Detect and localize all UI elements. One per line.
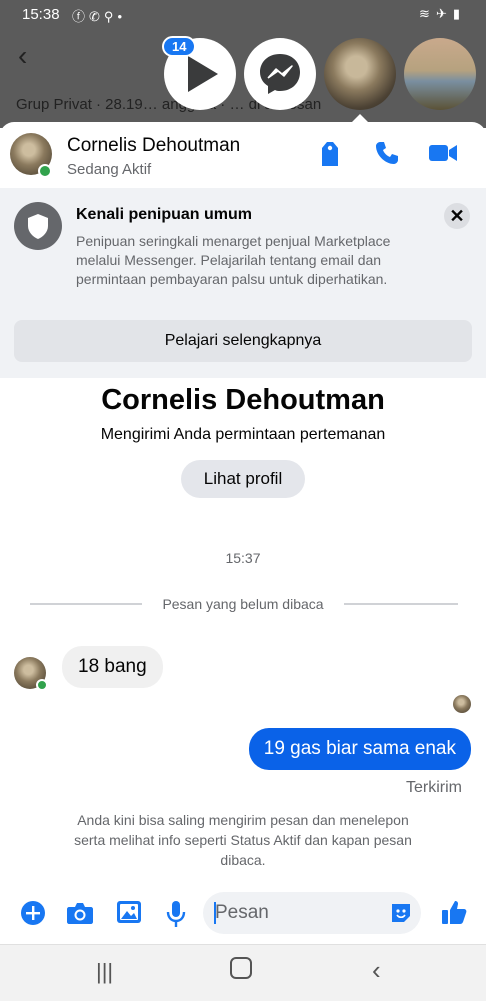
divider-line-right <box>344 603 458 605</box>
timestamp: 15:37 <box>225 550 261 566</box>
messenger-chat-head[interactable] <box>244 38 316 110</box>
messenger-icon <box>260 54 300 94</box>
message-composer <box>0 886 486 942</box>
friend-request-text: Mengirimi Anda permintaan pertemanan <box>100 426 386 443</box>
vpn-icon: ⚲ <box>103 9 118 24</box>
online-indicator <box>36 679 48 691</box>
connection-info-text: Anda kini bisa saling mengirim pesan dan… <box>74 812 412 868</box>
status-right-icons: ≋✈▮ <box>419 6 466 22</box>
status-bar: 15:38 ⓕ✆⚲• ≋✈▮ <box>0 0 486 30</box>
video-camera-icon[interactable] <box>428 140 458 166</box>
wifi-icon: ≋ <box>419 6 436 21</box>
unread-divider: Pesan yang belum dibaca <box>0 594 486 614</box>
back-icon[interactable]: ‹ <box>372 955 381 986</box>
warning-body: Penipuan seringkali menarget penjual Mar… <box>76 233 391 287</box>
scam-warning-card: Kenali penipuan umum Penipuan seringkali… <box>0 188 486 378</box>
shield-icon-container <box>14 202 62 250</box>
delivery-status: Terkirim <box>406 779 462 796</box>
airplane-icon: ✈ <box>435 6 453 21</box>
shield-icon <box>28 214 48 239</box>
seen-avatar <box>453 695 471 713</box>
chat-header: Cornelis Dehoutman Sedang Aktif <box>0 122 486 188</box>
thread-profile-name: Cornelis Dehoutman <box>101 384 385 416</box>
dot-icon: • <box>117 9 127 24</box>
phone-icon[interactable] <box>374 140 400 166</box>
microphone-icon[interactable] <box>166 900 186 928</box>
sticker-icon[interactable] <box>389 901 413 925</box>
whatsapp-icon: ✆ <box>89 9 104 24</box>
contact-name[interactable]: Cornelis Dehoutman <box>67 135 240 157</box>
back-arrow-icon[interactable]: ‹ <box>18 40 27 72</box>
status-time: 15:38 <box>22 6 60 23</box>
shop-tag-icon[interactable] <box>318 140 342 168</box>
learn-more-button[interactable]: Pelajari selengkapnya <box>14 320 472 362</box>
chat-panel: Cornelis Dehoutman Sedang Aktif Kenali p… <box>0 122 486 944</box>
message-bubble-incoming[interactable]: 18 bang <box>62 646 163 688</box>
message-bubble-outgoing[interactable]: 19 gas biar sama enak <box>248 728 471 770</box>
camera-icon[interactable] <box>66 900 94 926</box>
home-icon[interactable] <box>230 957 252 979</box>
message-input[interactable] <box>215 892 375 934</box>
recent-apps-icon[interactable]: ||| <box>96 959 113 985</box>
photo-chat-head[interactable] <box>404 38 476 110</box>
gallery-icon[interactable] <box>116 900 142 924</box>
status-left-icons: ⓕ✆⚲• <box>72 6 126 25</box>
close-icon[interactable]: ✕ <box>444 203 470 229</box>
system-navigation-bar: ||| ‹ <box>0 944 486 1001</box>
online-indicator <box>38 164 52 178</box>
active-status: Sedang Aktif <box>67 161 152 178</box>
contact-chat-head[interactable] <box>324 38 396 110</box>
message-input-container[interactable] <box>203 892 421 934</box>
warning-title: Kenali penipuan umum <box>76 206 253 223</box>
unread-badge: 14 <box>162 36 197 57</box>
like-icon[interactable] <box>440 898 468 926</box>
plus-icon[interactable] <box>20 900 46 926</box>
view-profile-button[interactable]: Lihat profil <box>181 460 305 498</box>
battery-icon: ▮ <box>452 6 466 21</box>
facebook-icon: ⓕ <box>72 9 90 24</box>
